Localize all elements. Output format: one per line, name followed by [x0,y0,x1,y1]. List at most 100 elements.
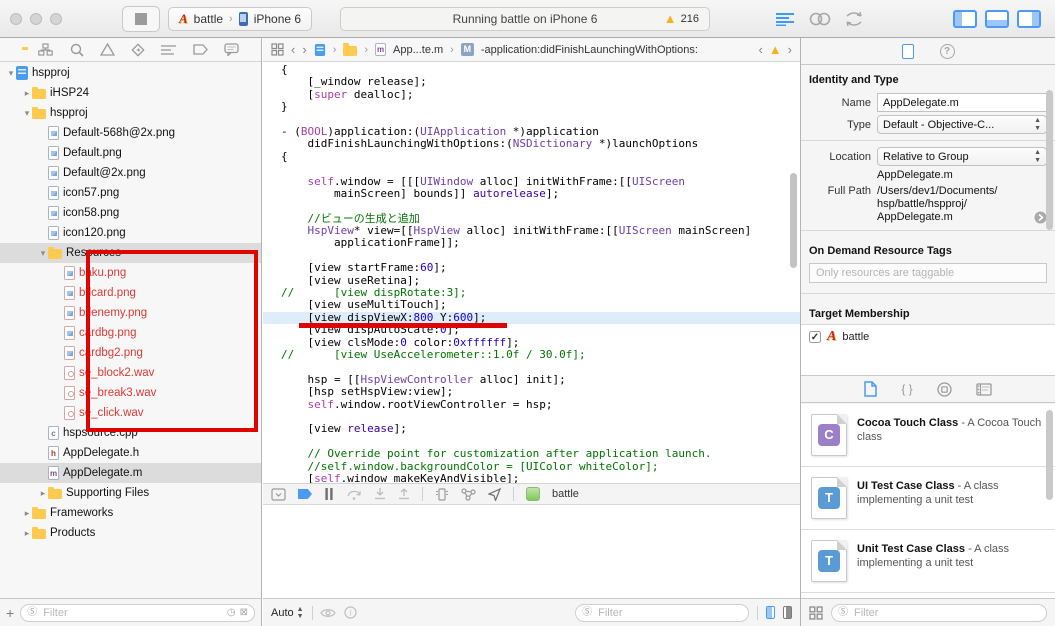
step-out-button[interactable] [398,488,410,500]
issue-navigator-tab[interactable] [100,43,115,56]
scm-filter-icon[interactable]: ⊠ [240,608,248,618]
object-library-tab[interactable] [937,382,952,397]
next-issue-button[interactable]: › [788,42,792,57]
source-code-editor[interactable]: { [_window release]; [super dealloc];}- … [263,63,800,521]
file-tree-row[interactable]: se_break3.wav [0,383,261,403]
code-snippet-library-tab[interactable]: { } [901,382,912,396]
scheme-selector[interactable]: A battle › iPhone 6 [168,7,312,31]
related-items-icon[interactable] [271,43,284,56]
file-tree-row[interactable]: icon58.png [0,203,261,223]
disclosure-triangle-icon[interactable]: ▸ [22,528,32,539]
library-scrollbar[interactable] [1046,410,1053,500]
inspector-scrollbar[interactable] [1046,90,1053,230]
file-tree-row[interactable]: ▸Frameworks [0,503,261,523]
name-field[interactable]: AppDelegate.m [877,93,1047,112]
code-line[interactable]: [view release]; [263,423,800,435]
project-crumb-icon[interactable] [315,44,325,56]
running-app-name[interactable]: battle [552,488,579,500]
disclosure-triangle-icon[interactable]: ▸ [38,488,48,499]
file-tree-row[interactable]: cardbg2.png [0,343,261,363]
debug-navigator-tab[interactable] [161,44,176,56]
symbol-crumb[interactable]: -application:didFinishLaunchingWithOptio… [481,44,698,56]
recent-files-icon[interactable]: ◷ [227,608,236,618]
show-console-view-button[interactable] [783,606,792,619]
file-tree-row[interactable]: hAppDelegate.h [0,443,261,463]
navigator-filter-field[interactable]: Ⓢ ◷ ⊠ [20,604,255,622]
report-navigator-tab[interactable] [224,43,239,56]
step-over-button[interactable] [346,488,362,500]
test-navigator-tab[interactable] [131,43,145,57]
issue-warning-icon[interactable]: ▲ [769,43,782,56]
hide-debug-area-button[interactable] [271,488,286,501]
file-tree-row[interactable]: mAppDelegate.m [0,463,261,483]
memory-graph-button[interactable] [461,488,476,501]
code-line[interactable]: { [263,151,800,163]
previous-issue-button[interactable]: ‹ [758,42,762,57]
library-item[interactable]: TUnit Test Case Class - A class implemen… [801,530,1055,593]
console-filter-field[interactable]: Ⓢ [575,604,749,622]
code-line[interactable]: [super dealloc]; [263,89,800,101]
view-hierarchy-debugger-button[interactable] [435,488,449,501]
file-template-library-tab[interactable] [864,381,877,397]
file-crumb[interactable]: App...te.m [393,44,443,56]
breakpoints-toggle-button[interactable] [298,489,312,499]
step-into-button[interactable] [374,488,386,500]
location-select[interactable]: Relative to Group ▲▼ [877,147,1047,166]
file-tree-row[interactable]: se_click.wav [0,403,261,423]
file-tree-row[interactable]: ▸Products [0,523,261,543]
file-tree-row[interactable]: btlcard.png [0,283,261,303]
file-tree-row[interactable]: cardbg.png [0,323,261,343]
target-checkbox[interactable]: ✓ [809,331,821,343]
file-tree-row[interactable]: se_block2.wav [0,363,261,383]
file-tree-row[interactable]: Default.png [0,143,261,163]
code-line[interactable]: didFinishLaunchingWithOptions:(NSDiction… [263,138,800,150]
show-variables-view-button[interactable] [766,606,775,619]
code-line[interactable]: // [view UseAccelerometer::1.0f / 30.0f]… [263,349,800,361]
file-tree-row[interactable]: baku.png [0,263,261,283]
navigator-filter-input[interactable] [41,606,223,620]
pause-button[interactable] [324,488,334,500]
file-inspector-tab[interactable] [902,44,914,59]
add-item-button[interactable]: + [6,605,14,621]
toggle-navigator-button[interactable] [953,10,977,28]
odr-tags-field[interactable]: Only resources are taggable [809,263,1047,283]
library-item[interactable]: CCocoa Touch Class - A Cocoa Touch class [801,404,1055,467]
search-navigator-tab[interactable] [70,43,84,57]
simulate-location-button[interactable] [488,488,501,501]
assistant-editor-button[interactable] [809,12,843,26]
console-filter-input[interactable] [596,606,742,620]
code-line[interactable]: applicationFrame]]; [263,237,800,249]
variables-view-scope-dropdown[interactable]: Auto ▲▼ [271,606,304,620]
file-tree-row[interactable]: ▸iHSP24 [0,83,261,103]
code-line[interactable]: mainScreen] bounds]] autorelease]; [263,188,800,200]
warning-count-badge[interactable]: ▲ 216 [664,12,699,25]
file-tree-row[interactable]: icon57.png [0,183,261,203]
disclosure-triangle-icon[interactable]: ▸ [22,88,32,99]
file-tree-row[interactable]: btlenemy.png [0,303,261,323]
stop-button[interactable] [122,6,160,32]
code-line-selected[interactable]: [view dispViewX:800 Y:600]; [263,312,800,324]
symbol-navigator-tab[interactable] [38,43,53,56]
file-tree-row[interactable]: Default-568h@2x.png [0,123,261,143]
library-item[interactable]: TUI Test Case Class - A class implementi… [801,467,1055,530]
code-line[interactable]: } [263,101,800,113]
library-filter-field[interactable]: Ⓢ [831,604,1047,622]
minimize-window-button[interactable] [30,13,42,25]
quick-help-tab[interactable]: ? [940,44,955,59]
standard-editor-button[interactable] [775,12,809,26]
close-window-button[interactable] [10,13,22,25]
info-icon[interactable]: i [344,606,357,619]
disclosure-triangle-icon[interactable]: ▾ [38,248,48,259]
library-grid-view-icon[interactable] [809,606,823,620]
disclosure-triangle-icon[interactable]: ▸ [22,508,32,519]
code-line[interactable]: self.window.rootViewController = hsp; [263,399,800,411]
file-tree-row[interactable]: chspsource.cpp [0,423,261,443]
media-library-tab[interactable] [976,383,992,396]
version-editor-button[interactable] [843,12,877,26]
zoom-window-button[interactable] [50,13,62,25]
disclosure-triangle-icon[interactable]: ▾ [6,68,16,79]
disclosure-triangle-icon[interactable]: ▾ [22,108,32,119]
breakpoint-navigator-tab[interactable] [193,44,208,55]
debug-console[interactable] [263,506,800,598]
type-select[interactable]: Default - Objective-C... ▲▼ [877,115,1047,134]
